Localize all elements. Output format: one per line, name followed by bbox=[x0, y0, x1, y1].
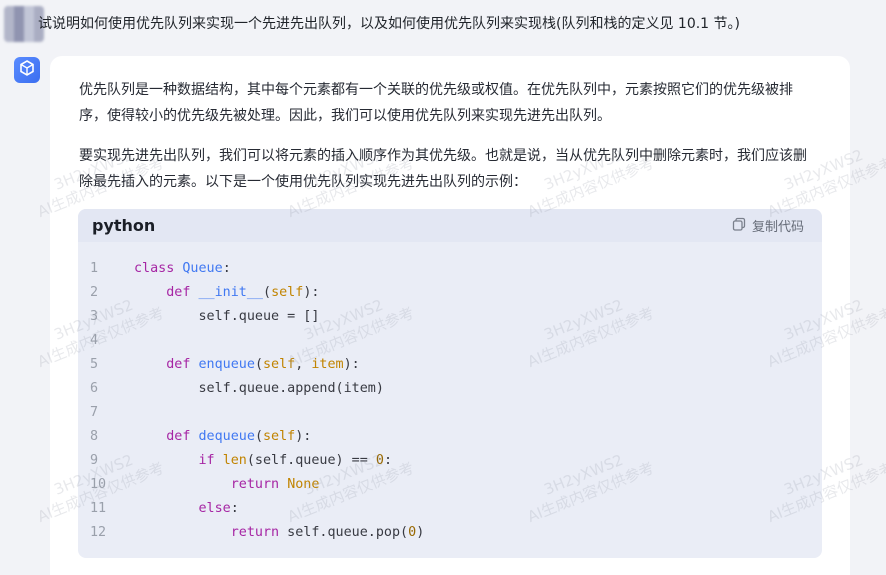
line-number: 8 bbox=[90, 429, 99, 444]
code-line: 2 def __init__(self): bbox=[78, 281, 822, 305]
code-text: if len(self.queue) == 0: bbox=[198, 453, 393, 468]
answer-paragraph-1: 优先队列是一种数据结构，其中每个元素都有一个关联的优先级或权值。在优先队列中，元… bbox=[79, 82, 793, 124]
user-message: 试说明如何使用优先队列来实现一个先进先出队列，以及如何使用优先队列来实现栈(队列… bbox=[0, 0, 886, 50]
code-text: def dequeue(self): bbox=[166, 429, 312, 444]
code-text: def enqueue(self, item): bbox=[166, 357, 360, 372]
line-number: 7 bbox=[90, 405, 99, 420]
copy-code-button[interactable]: 复制代码 bbox=[732, 216, 804, 235]
code-line: 3 self.queue = [] bbox=[78, 305, 822, 329]
line-number: 2 bbox=[90, 285, 99, 300]
code-line: 12 return self.queue.pop(0) bbox=[78, 521, 822, 545]
code-body: 1 class Queue: 2 def __init__(self): 3 self… bbox=[78, 257, 822, 545]
code-line: 10 return None bbox=[78, 473, 822, 497]
code-line: 1 class Queue: bbox=[78, 257, 822, 281]
line-number: 10 bbox=[90, 477, 107, 492]
code-line: 7 bbox=[78, 401, 822, 425]
user-question-text: 试说明如何使用优先队列来实现一个先进先出队列，以及如何使用优先队列来实现栈(队列… bbox=[38, 16, 740, 32]
line-number: 12 bbox=[90, 525, 107, 540]
code-line: 9 if len(self.queue) == 0: bbox=[78, 449, 822, 473]
code-text: return self.queue.pop(0) bbox=[230, 525, 425, 540]
answer-paragraph-2: 要实现先进先出队列，我们可以将元素的插入顺序作为其优先级。也就是说，当从优先队列… bbox=[79, 148, 807, 190]
code-text: return None bbox=[230, 477, 320, 492]
code-line: 11 else: bbox=[78, 497, 822, 521]
line-number: 9 bbox=[90, 453, 99, 468]
line-number: 4 bbox=[90, 333, 99, 348]
line-number: 5 bbox=[90, 357, 99, 372]
code-text: else: bbox=[198, 501, 239, 516]
line-number: 11 bbox=[90, 501, 107, 516]
code-language-label: python bbox=[92, 216, 156, 235]
code-line: 6 self.queue.append(item) bbox=[78, 377, 822, 401]
line-number: 3 bbox=[90, 309, 99, 324]
cube-icon bbox=[18, 59, 36, 81]
code-text: def __init__(self): bbox=[166, 285, 320, 300]
line-number: 1 bbox=[90, 261, 99, 276]
chat-page: 试说明如何使用优先队列来实现一个先进先出队列，以及如何使用优先队列来实现栈(队列… bbox=[0, 0, 886, 575]
copy-code-label: 复制代码 bbox=[751, 220, 804, 235]
copy-icon bbox=[732, 217, 746, 235]
code-line: 8 def dequeue(self): bbox=[78, 425, 822, 449]
line-number: 6 bbox=[90, 381, 99, 396]
bot-avatar bbox=[14, 57, 40, 83]
code-line: 4 bbox=[78, 329, 822, 353]
code-text: class Queue: bbox=[134, 261, 231, 276]
code-text: self.queue.append(item) bbox=[134, 381, 384, 396]
code-text: self.queue = [] bbox=[134, 309, 320, 324]
code-line: 5 def enqueue(self, item): bbox=[78, 353, 822, 377]
code-header: python 复制代码 bbox=[78, 209, 822, 242]
code-block: python 复制代码 1 class Queue: 2 def __init__(… bbox=[78, 209, 822, 558]
